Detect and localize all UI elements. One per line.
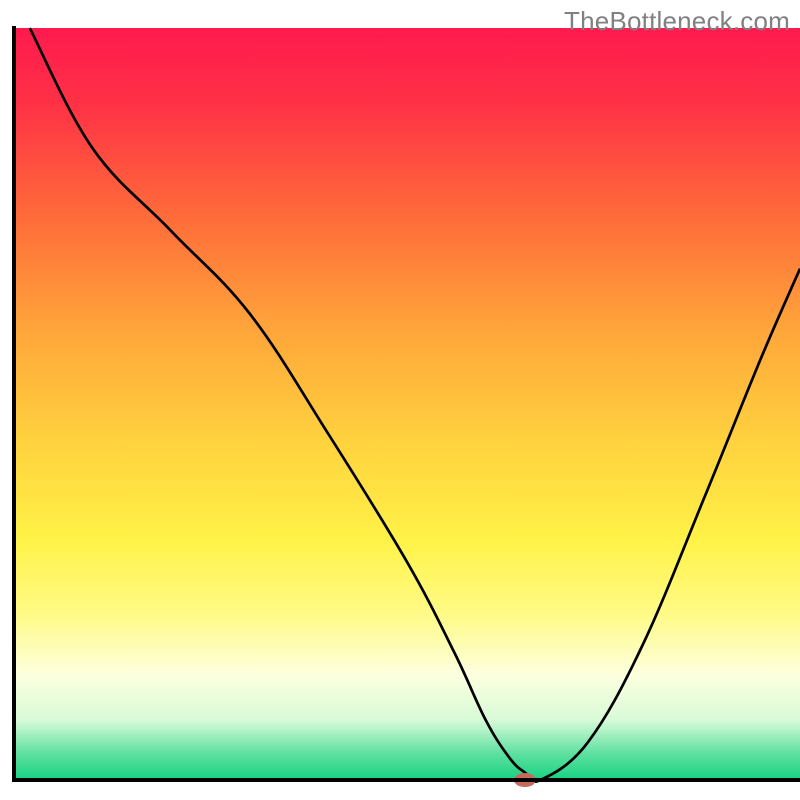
watermark-text: TheBottleneck.com [564,6,790,37]
chart-container: TheBottleneck.com [0,0,800,800]
plot-background [14,28,800,780]
bottleneck-chart [0,0,800,800]
